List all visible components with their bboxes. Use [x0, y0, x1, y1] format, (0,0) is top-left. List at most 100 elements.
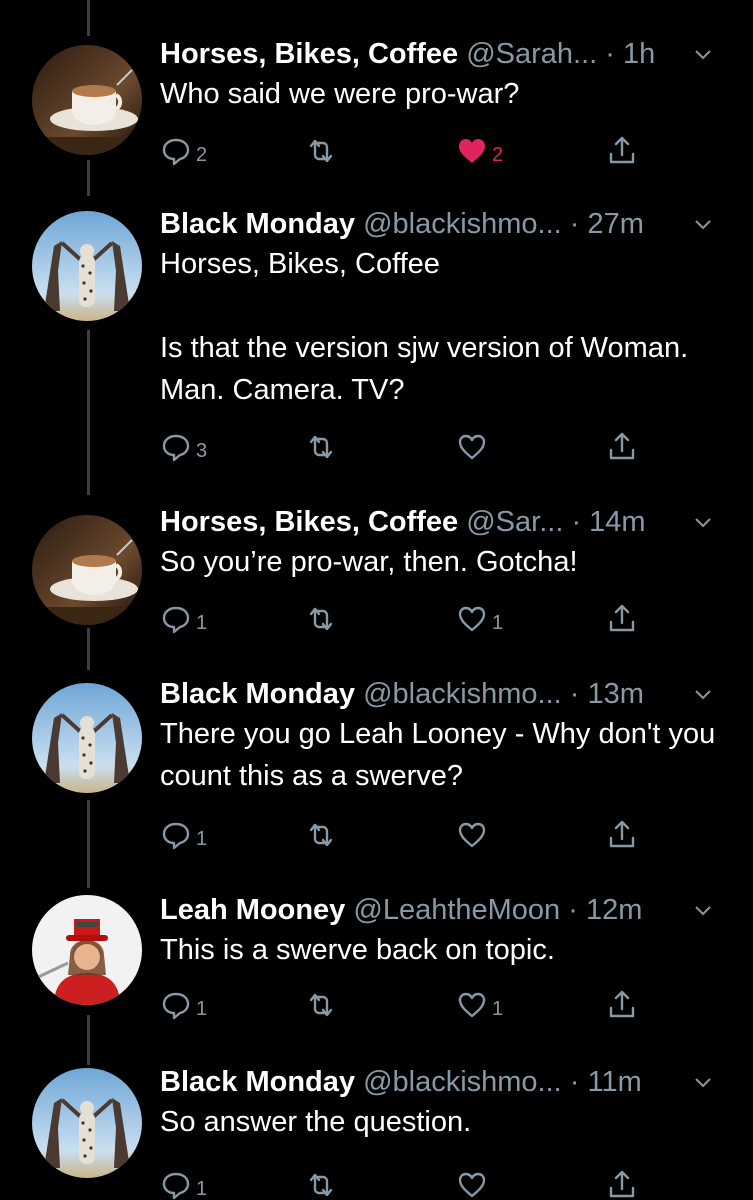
like-button[interactable] [456, 1165, 492, 1200]
reply-icon [162, 606, 190, 634]
share-icon [609, 820, 635, 848]
reply-button[interactable]: 2 [160, 131, 207, 171]
like-button[interactable] [456, 427, 492, 467]
reply-count: 3 [196, 439, 208, 462]
timestamp[interactable]: 12m [586, 894, 642, 926]
display-name[interactable]: Black Monday [160, 208, 355, 240]
tweet-header: Black Monday @blackishmo... · 13m [160, 673, 713, 715]
retweet-icon [309, 993, 333, 1017]
timestamp[interactable]: 1h [623, 38, 655, 70]
tweet-actions: 1 [160, 1165, 660, 1200]
timestamp[interactable]: 13m [588, 678, 644, 710]
avatar[interactable] [32, 895, 142, 1005]
tweet-header: Horses, Bikes, Coffee @Sarah... · 1h [160, 33, 713, 75]
handle[interactable]: @blackishmo... [363, 208, 562, 240]
reply-button[interactable]: 3 [160, 427, 207, 467]
retweet-button[interactable] [305, 1165, 341, 1200]
heart-icon [458, 1172, 486, 1198]
heart-icon [458, 606, 486, 632]
share-icon [609, 1170, 635, 1198]
like-count: 2 [492, 143, 504, 166]
tweet[interactable]: Horses, Bikes, Coffee @Sarah... · 1h Who… [0, 33, 753, 173]
reply-icon [162, 822, 190, 850]
like-button[interactable]: 1 [456, 985, 503, 1025]
tweet-actions: 1 1 [160, 599, 660, 639]
retweet-button[interactable] [305, 599, 341, 639]
heart-icon [459, 139, 485, 163]
reply-button[interactable]: 1 [160, 815, 207, 855]
retweet-button[interactable] [305, 427, 341, 467]
display-name[interactable]: Leah Mooney [160, 894, 345, 926]
share-icon [609, 136, 635, 164]
reply-count: 1 [196, 1177, 208, 1200]
avatar[interactable] [32, 515, 142, 625]
display-name[interactable]: Black Monday [160, 678, 355, 710]
reply-button[interactable]: 1 [160, 1165, 207, 1200]
tweet-text: So you’re pro-war, then. Gotcha! [160, 546, 578, 578]
tweet[interactable]: Leah Mooney @LeahtheMoon · 12m This is a… [0, 889, 753, 1029]
avatar[interactable] [32, 45, 142, 155]
timestamp[interactable]: 14m [589, 506, 645, 538]
tweet[interactable]: Black Monday @blackishmo... · 13m There … [0, 673, 753, 863]
tweet-header: Black Monday @blackishmo... · 27m [160, 203, 713, 245]
handle[interactable]: @LeahtheMoon [353, 894, 560, 926]
heart-icon [458, 434, 486, 460]
reply-icon [162, 1172, 190, 1200]
share-button[interactable] [606, 815, 638, 855]
reply-count: 1 [196, 611, 208, 634]
display-name[interactable]: Black Monday [160, 1066, 355, 1098]
reply-button[interactable]: 1 [160, 985, 207, 1025]
reply-icon [162, 992, 190, 1020]
retweet-button[interactable] [305, 131, 341, 171]
tweet-header: Leah Mooney @LeahtheMoon · 12m [160, 889, 713, 931]
reply-icon [162, 138, 190, 166]
share-button[interactable] [606, 1165, 638, 1200]
retweet-icon [309, 823, 333, 847]
retweet-icon [309, 435, 333, 459]
share-button[interactable] [606, 427, 638, 467]
tweet[interactable]: Horses, Bikes, Coffee @Sar... · 14m So y… [0, 501, 753, 641]
retweet-icon [309, 1173, 333, 1197]
like-button[interactable]: 1 [456, 599, 503, 639]
avatar[interactable] [32, 1068, 142, 1178]
display-name[interactable]: Horses, Bikes, Coffee [160, 506, 458, 538]
handle[interactable]: @Sar... [466, 506, 563, 538]
chevron-down-icon[interactable] [693, 512, 713, 532]
thread-line [87, 0, 90, 36]
retweet-button[interactable] [305, 985, 341, 1025]
tweet-actions: 3 [160, 427, 660, 467]
timestamp[interactable]: 11m [588, 1066, 642, 1098]
reply-count: 2 [196, 143, 208, 166]
reply-button[interactable]: 1 [160, 599, 207, 639]
like-button[interactable] [456, 815, 492, 855]
timestamp[interactable]: 27m [588, 208, 644, 240]
handle[interactable]: @blackishmo... [363, 678, 562, 710]
like-count: 1 [492, 611, 504, 634]
chevron-down-icon[interactable] [693, 1072, 713, 1092]
handle[interactable]: @blackishmo... [363, 1066, 562, 1098]
chevron-down-icon[interactable] [693, 900, 713, 920]
separator-dot: · [568, 894, 578, 926]
chevron-down-icon[interactable] [693, 44, 713, 64]
separator-dot: · [569, 678, 580, 710]
tweet-text: Horses, Bikes, Coffee Is that the versio… [160, 248, 689, 406]
tweet-text: There you go Leah Looney - Why don't you… [160, 718, 716, 792]
handle[interactable]: @Sarah... [466, 38, 597, 70]
separator-dot: · [569, 208, 580, 240]
retweet-button[interactable] [305, 815, 341, 855]
share-button[interactable] [606, 985, 638, 1025]
like-button[interactable]: 2 [456, 131, 503, 171]
display-name[interactable]: Horses, Bikes, Coffee [160, 38, 458, 70]
tweet-actions: 2 2 [160, 131, 660, 171]
chevron-down-icon[interactable] [693, 214, 713, 234]
tweet[interactable]: Black Monday @blackishmo... · 11m So ans… [0, 1061, 753, 1200]
chevron-down-icon[interactable] [693, 684, 713, 704]
tweet[interactable]: Black Monday @blackishmo... · 27m Horses… [0, 203, 753, 473]
retweet-icon [309, 139, 333, 163]
tweet-header: Horses, Bikes, Coffee @Sar... · 14m [160, 501, 713, 543]
avatar[interactable] [32, 211, 142, 321]
share-button[interactable] [606, 599, 638, 639]
avatar[interactable] [32, 683, 142, 793]
heart-icon [458, 822, 486, 848]
share-button[interactable] [606, 131, 638, 171]
